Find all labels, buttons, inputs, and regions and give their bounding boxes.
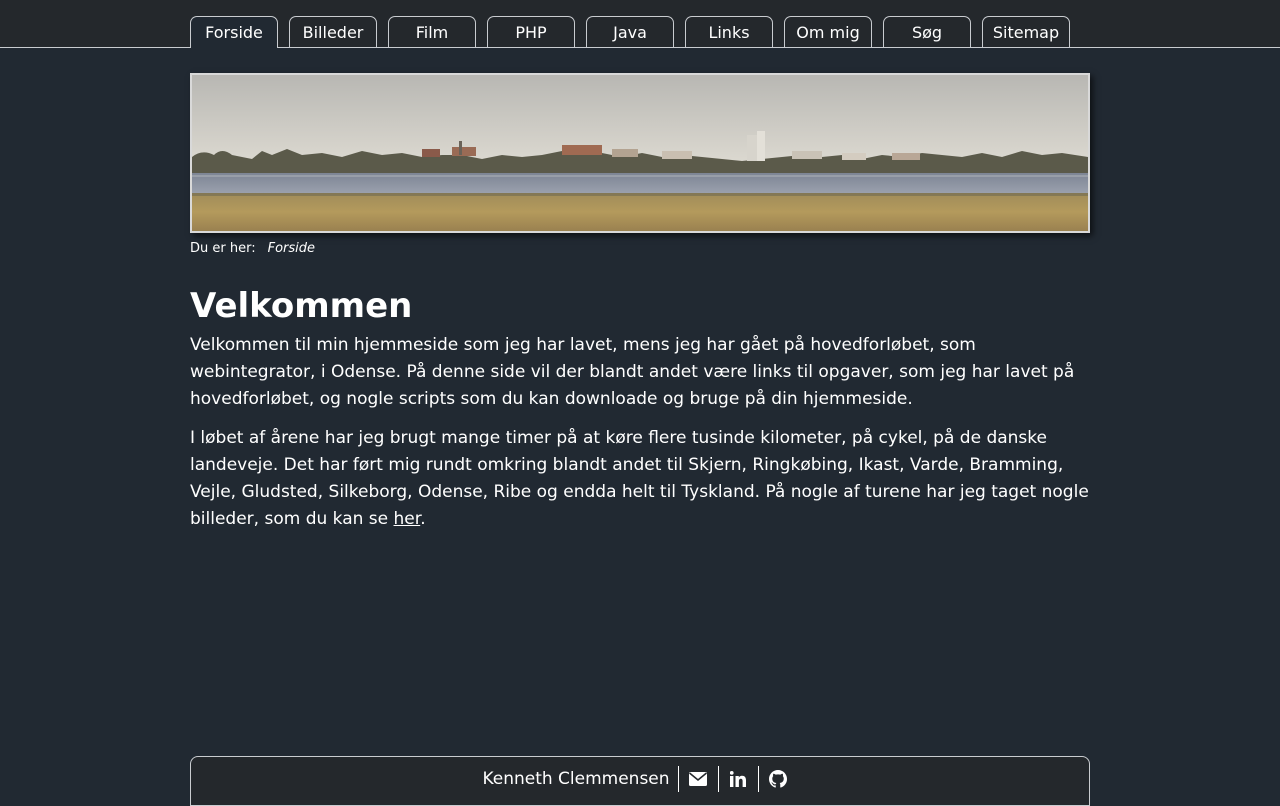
header-banner-image	[190, 73, 1090, 233]
envelope-icon[interactable]	[679, 766, 719, 792]
footer-author-name: Kenneth Clemmensen	[482, 766, 679, 792]
footer: Kenneth Clemmensen	[190, 756, 1090, 806]
breadcrumb-label: Du er her:	[190, 241, 256, 256]
tab-links[interactable]: Links	[685, 16, 773, 47]
harbor-town-panorama	[192, 75, 1088, 231]
tab-om-mig[interactable]: Om mig	[784, 16, 872, 47]
main-nav: Forside Billeder Film PHP Java Links Om …	[190, 16, 1070, 48]
breadcrumb: Du er her: Forside	[190, 241, 315, 256]
tab-sitemap[interactable]: Sitemap	[982, 16, 1070, 47]
page-title: Velkommen	[190, 286, 413, 326]
tab-film[interactable]: Film	[388, 16, 476, 47]
github-icon[interactable]	[759, 766, 798, 792]
tab-java[interactable]: Java	[586, 16, 674, 47]
intro-paragraph: Velkommen til min hjemmeside som jeg har…	[190, 335, 1075, 409]
cycling-paragraph-text: I løbet af årene har jeg brugt mange tim…	[190, 428, 1089, 529]
linkedin-icon[interactable]	[719, 766, 759, 792]
tab-billeder[interactable]: Billeder	[289, 16, 377, 47]
main-content: Velkommen Velkommen til min hjemmeside s…	[190, 284, 1090, 545]
breadcrumb-current: Forside	[267, 241, 316, 256]
tab-soeg[interactable]: Søg	[883, 16, 971, 47]
tab-forside[interactable]: Forside	[190, 16, 278, 48]
tab-php[interactable]: PHP	[487, 16, 575, 47]
cycling-paragraph-end: .	[420, 509, 426, 529]
photos-link[interactable]: her	[394, 509, 421, 529]
cycling-paragraph: I løbet af årene har jeg brugt mange tim…	[190, 425, 1090, 533]
